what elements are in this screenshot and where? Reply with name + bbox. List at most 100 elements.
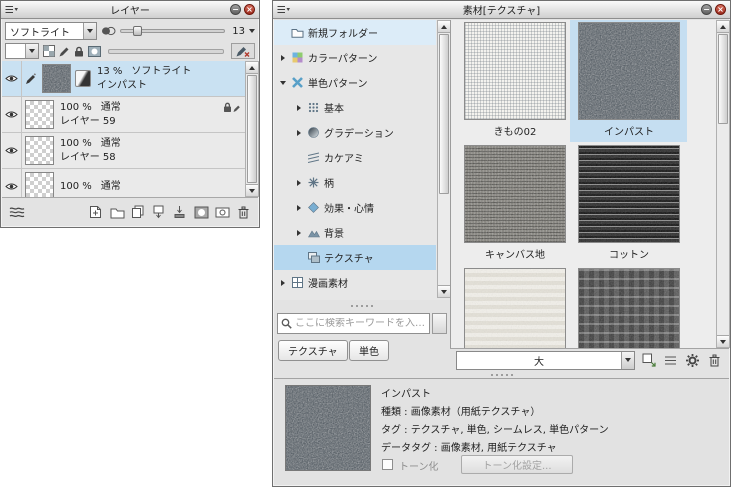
chevron-down-icon[interactable] bbox=[621, 351, 634, 369]
merge-to-below-icon[interactable] bbox=[171, 203, 189, 221]
palette-menu-icon[interactable] bbox=[5, 5, 18, 14]
eye-icon[interactable] bbox=[5, 146, 18, 155]
tag-button-mono[interactable]: 単色 bbox=[349, 340, 389, 361]
layers-titlebar[interactable]: レイヤー − × bbox=[1, 1, 259, 19]
material-titlebar[interactable]: 素材[テクスチャ] − × bbox=[273, 1, 730, 19]
tree-item-gradation[interactable]: グラデーション bbox=[274, 120, 436, 145]
trash-icon[interactable] bbox=[706, 352, 723, 369]
tree-item-design[interactable]: 柄 bbox=[274, 170, 436, 195]
layer-thumbnail[interactable] bbox=[25, 100, 54, 129]
scroll-up-icon[interactable] bbox=[438, 21, 450, 33]
palette-menu-icon[interactable] bbox=[277, 5, 290, 14]
layer-row-58[interactable]: 100 % 通常 レイヤー 58 bbox=[2, 133, 245, 169]
layer-thumbnail[interactable] bbox=[25, 136, 54, 165]
material-thumbnail[interactable] bbox=[464, 22, 566, 120]
layer-thumbnail[interactable] bbox=[42, 64, 71, 93]
scroll-down-icon[interactable] bbox=[438, 285, 450, 297]
layer-stack-icon[interactable] bbox=[8, 203, 26, 221]
opacity-slider-handle[interactable] bbox=[132, 26, 142, 36]
opacity-slider[interactable] bbox=[120, 23, 225, 39]
paper-texture-thumbnail[interactable] bbox=[75, 70, 91, 87]
lock-pencil-icon[interactable] bbox=[59, 46, 70, 57]
chevron-down-icon[interactable] bbox=[25, 44, 38, 58]
close-button[interactable]: × bbox=[244, 4, 255, 15]
lock-icon[interactable] bbox=[74, 46, 84, 57]
material-thumbnail[interactable] bbox=[578, 268, 680, 348]
transfer-to-below-icon[interactable] bbox=[150, 203, 168, 221]
layer-row-59[interactable]: 100 % 通常 レイヤー 59 bbox=[2, 97, 245, 133]
thumbnail-size-dropdown[interactable]: 大 bbox=[456, 350, 635, 370]
duplicate-layer-icon[interactable] bbox=[129, 203, 147, 221]
material-item-canvas[interactable]: キャンバス地 bbox=[458, 143, 572, 261]
paste-material-icon[interactable] bbox=[640, 352, 657, 369]
scrollbar-thumb[interactable] bbox=[247, 75, 257, 183]
tree-item-effect[interactable]: 効果・心情 bbox=[274, 195, 436, 220]
scroll-down-icon[interactable] bbox=[717, 335, 729, 347]
tone-checkbox[interactable] bbox=[382, 459, 393, 470]
tree-scrollbar[interactable] bbox=[437, 20, 451, 298]
list-view-icon[interactable] bbox=[662, 352, 679, 369]
expand-icon[interactable] bbox=[281, 54, 285, 61]
gear-icon[interactable] bbox=[684, 352, 701, 369]
close-button[interactable]: × bbox=[715, 4, 726, 15]
opacity-dropdown-icon[interactable] bbox=[249, 29, 255, 33]
tree-item-texture[interactable]: テクスチャ bbox=[274, 245, 436, 270]
minimize-button[interactable]: − bbox=[230, 4, 241, 15]
expand-icon[interactable] bbox=[297, 104, 301, 111]
tree-item-new-folder[interactable]: 新規フォルダー bbox=[274, 20, 436, 45]
material-item[interactable] bbox=[572, 266, 686, 348]
delete-layer-icon[interactable] bbox=[234, 203, 252, 221]
material-item-impasto[interactable]: インパスト bbox=[572, 20, 686, 138]
tone-settings-button[interactable]: トーン化設定... bbox=[461, 455, 573, 474]
layer-color-dropdown[interactable] bbox=[5, 43, 39, 59]
blend-mode-dropdown[interactable]: ソフトライト bbox=[5, 22, 97, 40]
scroll-down-icon[interactable] bbox=[246, 184, 258, 196]
material-thumbnail[interactable] bbox=[464, 268, 566, 348]
material-item[interactable] bbox=[458, 266, 572, 348]
scrollbar-thumb[interactable] bbox=[439, 34, 449, 194]
material-thumbnail[interactable] bbox=[464, 145, 566, 243]
alpha-lock-icon[interactable] bbox=[43, 45, 55, 57]
search-option-button[interactable] bbox=[432, 313, 447, 334]
collapse-icon[interactable] bbox=[280, 80, 286, 85]
eye-icon[interactable] bbox=[5, 182, 18, 191]
layer-property-icon[interactable] bbox=[213, 203, 231, 221]
layer-list-scrollbar[interactable] bbox=[245, 61, 259, 197]
layer-thumbnail[interactable] bbox=[25, 172, 54, 197]
tree-item-kakeami[interactable]: カケアミ bbox=[274, 145, 436, 170]
minimize-button[interactable]: − bbox=[701, 4, 712, 15]
expand-icon[interactable] bbox=[297, 204, 301, 211]
chevron-down-icon[interactable] bbox=[83, 23, 96, 39]
new-folder-icon[interactable] bbox=[108, 203, 126, 221]
search-input[interactable] bbox=[295, 318, 426, 329]
grid-scrollbar[interactable] bbox=[716, 20, 730, 348]
create-mask-icon[interactable] bbox=[192, 203, 210, 221]
scrollbar-thumb[interactable] bbox=[718, 34, 728, 124]
combine-mode-icon[interactable] bbox=[101, 26, 116, 36]
scroll-up-icon[interactable] bbox=[246, 62, 258, 74]
tree-item-background[interactable]: 背景 bbox=[274, 220, 436, 245]
expand-icon[interactable] bbox=[281, 279, 285, 286]
layer-row[interactable]: 100 % 通常 bbox=[2, 169, 245, 197]
expand-icon[interactable] bbox=[297, 179, 301, 186]
expand-icon[interactable] bbox=[297, 229, 301, 236]
eye-icon[interactable] bbox=[5, 74, 18, 83]
new-raster-layer-icon[interactable] bbox=[87, 203, 105, 221]
search-box[interactable] bbox=[277, 313, 430, 334]
draft-layer-button[interactable] bbox=[231, 43, 255, 59]
tree-item-basic[interactable]: 基本 bbox=[274, 95, 436, 120]
tree-splitter[interactable] bbox=[274, 302, 450, 309]
enable-mask-icon[interactable] bbox=[88, 45, 101, 57]
material-item-cotton[interactable]: コットン bbox=[572, 143, 686, 261]
material-thumbnail[interactable] bbox=[578, 145, 680, 243]
eye-icon[interactable] bbox=[5, 110, 18, 119]
tree-item-mono-pattern[interactable]: 単色パターン bbox=[274, 70, 436, 95]
material-thumbnail[interactable] bbox=[578, 22, 680, 120]
scroll-up-icon[interactable] bbox=[717, 21, 729, 33]
material-item-kimono02[interactable]: きもの02 bbox=[458, 20, 572, 138]
tag-button-texture[interactable]: テクスチャ bbox=[278, 340, 348, 361]
expand-icon[interactable] bbox=[297, 129, 301, 136]
tree-item-color-pattern[interactable]: カラーパターン bbox=[274, 45, 436, 70]
layer-row-impasto[interactable]: 13 % ソフトライト インパスト bbox=[2, 61, 245, 97]
tree-item-manga[interactable]: 漫画素材 bbox=[274, 270, 436, 295]
